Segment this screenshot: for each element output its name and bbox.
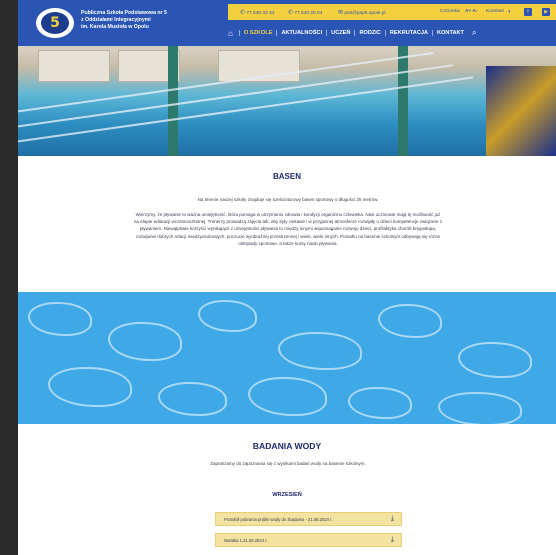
pool-photo <box>18 46 556 156</box>
water-caustic <box>158 382 227 416</box>
month-heading: WRZESIEŃ <box>272 492 302 498</box>
email-address: ps5@psp5.opole.pl <box>344 11 386 16</box>
phone-icon: ✆ <box>288 10 294 16</box>
email-link[interactable]: ✉ ps5@psp5.opole.pl <box>338 9 386 16</box>
school-name-line: Publiczna Szkoła Podstawowa nr 5 <box>81 10 167 16</box>
search-icon[interactable]: ⌕ <box>472 28 476 38</box>
document-row[interactable]: Notatka 1.21.08.2024 r. ⤓ <box>215 533 402 547</box>
main-nav: ⌂ O SZKOLE AKTUALNOŚCI UCZEŃ RODZIC REKR… <box>228 26 476 40</box>
photo-window <box>38 50 110 82</box>
download-icon[interactable]: ⤓ <box>391 515 394 523</box>
email-icon: ✉ <box>338 10 344 16</box>
contrast-label: Kontrast <box>486 9 504 14</box>
phone-link-1[interactable]: ✆ 77 540 33 33 <box>240 9 274 16</box>
phone-icon: ✆ <box>240 10 246 16</box>
nav-rodzic[interactable]: RODZIC <box>354 30 384 36</box>
download-icon[interactable]: ⤓ <box>391 536 394 544</box>
badania-heading: BADANIA WODY <box>252 441 322 451</box>
nav-rekrutacja[interactable]: REKRUTACJA <box>384 30 432 36</box>
contact-topbar: ✆ 77 540 33 33 ✆ 77 540 28 04 ✉ ps5@psp5… <box>228 4 556 20</box>
basen-heading: BASEN <box>272 172 301 181</box>
water-caustic <box>438 392 522 424</box>
school-name-line: im. Karola Musioła w Opolu <box>81 24 149 30</box>
site-header: 5 Publiczna Szkoła Podstawowa nr 5 z Odd… <box>18 0 556 46</box>
water-photo <box>18 292 556 424</box>
nav-kontakt[interactable]: KONTAKT <box>432 30 468 36</box>
water-caustic <box>108 322 182 361</box>
youtube-icon[interactable]: ▶ <box>542 8 550 16</box>
phone-number: 77 540 28 04 <box>294 11 323 16</box>
water-caustic <box>378 304 442 338</box>
nav-o-szkole[interactable]: O SZKOLE <box>238 30 277 36</box>
font-size-label: Czcionka <box>440 9 460 14</box>
water-caustic <box>198 300 257 332</box>
water-caustic <box>48 367 132 407</box>
water-caustic <box>348 387 412 419</box>
phone-number: 77 540 33 33 <box>246 11 275 16</box>
photo-pillar <box>168 46 178 156</box>
document-label: Notatka 1.21.08.2024 r. <box>224 538 268 543</box>
photo-pillar <box>398 46 408 156</box>
school-name-line: z Oddziałami Integracyjnymi <box>81 17 151 23</box>
document-label: Protokół pobrania próbki wody do zbadani… <box>224 517 333 522</box>
facebook-icon[interactable]: f <box>524 8 532 16</box>
logo-emblem: 5 <box>41 12 69 34</box>
water-caustic <box>458 342 532 378</box>
home-icon[interactable]: ⌂ <box>228 29 233 38</box>
photo-stands <box>486 66 556 156</box>
phone-link-2[interactable]: ✆ 77 540 28 04 <box>288 9 322 16</box>
basen-paragraph-2: Wierzymy, że pływanie to ważna umiejętno… <box>133 212 443 246</box>
water-caustic <box>278 332 362 370</box>
nav-aktualnosci[interactable]: AKTUALNOŚCI <box>276 30 326 36</box>
water-caustic <box>248 377 327 416</box>
basen-paragraph-1: Na terenie naszej szkoły znajduje się sz… <box>197 197 379 202</box>
school-name[interactable]: Publiczna Szkoła Podstawowa nr 5 z Oddzi… <box>81 10 231 31</box>
contrast-icon[interactable]: ◐ <box>508 9 512 15</box>
font-size-controls[interactable]: A+ A- <box>465 9 477 14</box>
document-row[interactable]: Protokół pobrania próbki wody do zbadani… <box>215 512 402 526</box>
nav-uczen[interactable]: UCZEŃ <box>326 30 354 36</box>
page: 5 Publiczna Szkoła Podstawowa nr 5 z Odd… <box>18 0 556 555</box>
water-caustic <box>28 302 92 336</box>
school-logo[interactable]: 5 <box>36 8 74 38</box>
badania-intro: Zapraszamy do zapoznania się z wynikami … <box>210 461 366 466</box>
